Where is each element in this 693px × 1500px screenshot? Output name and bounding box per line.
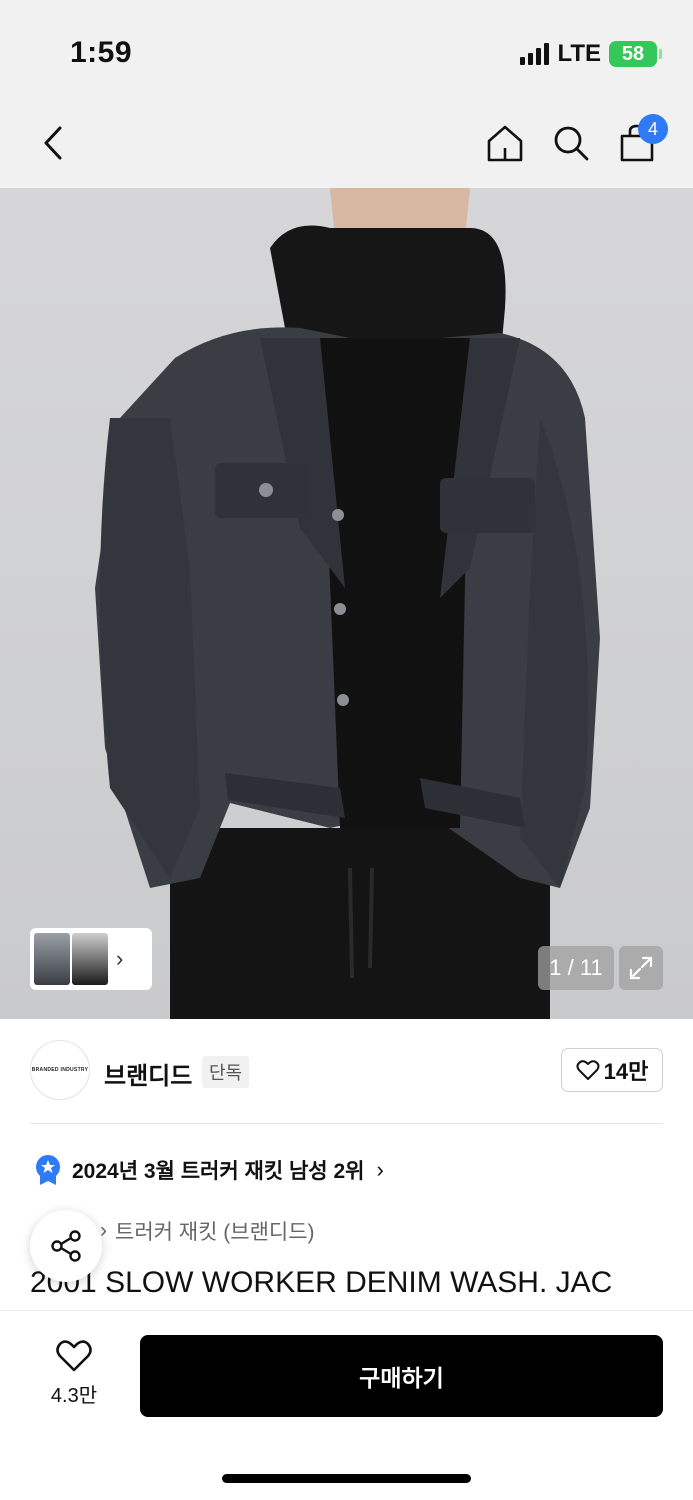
wishlist-button[interactable]: 4.3만 [36,1339,112,1408]
status-bar: 1:59 LTE 58 [0,0,693,100]
chevron-left-icon [44,126,62,160]
status-indicators: LTE 58 [520,40,662,68]
ranking-badge-icon [36,1155,60,1185]
thumbnail-strip[interactable]: › [30,928,152,990]
top-navigation: 4 [0,100,693,188]
home-indicator [222,1474,471,1483]
category-breadcrumb[interactable]: › 트러커 재킷 (브랜디드) [100,1216,315,1246]
home-button[interactable] [480,118,530,168]
heart-icon [576,1060,600,1080]
category-label: 트러커 재킷 (브랜디드) [115,1221,315,1244]
expand-icon [629,956,653,980]
product-photo [95,188,600,1019]
brand-row: BRANDED INDUSTRY 브랜디드 단독 14만 [30,1040,663,1102]
back-button[interactable] [28,118,78,168]
thumbnail-image[interactable] [72,933,108,985]
buy-button[interactable]: 구매하기 [140,1335,663,1417]
brand-like-count: 14만 [603,1059,649,1084]
chevron-right-icon: › [116,946,124,971]
ranking-link[interactable]: 2024년 3월 트러커 재킷 남성 2위 › [34,1154,384,1186]
cellular-signal-icon [520,43,550,65]
chevron-right-icon: › [376,1157,384,1182]
product-image-gallery[interactable]: › 1 / 11 [0,188,693,1019]
search-icon [554,126,589,161]
search-button[interactable] [546,118,596,168]
cart-count-badge: 4 [638,114,668,144]
status-time: 1:59 [70,36,133,69]
share-button[interactable] [30,1210,102,1282]
cart-button[interactable]: 4 [612,114,668,168]
thumbnail-image[interactable] [34,933,70,985]
battery-icon: 58 [609,41,662,67]
exclusive-badge: 단독 [202,1056,250,1088]
heart-icon [56,1340,92,1372]
battery-level: 58 [621,42,645,65]
wishlist-count: 4.3만 [50,1385,98,1407]
brand-name[interactable]: 브랜디드 [104,1056,192,1091]
brand-logo-text: BRANDED INDUSTRY [31,1067,89,1073]
network-type: LTE [557,40,601,67]
bottom-action-bar: 4.3만 구매하기 [0,1310,693,1500]
home-icon [487,125,523,162]
product-title: 2001 SLOW WORKER DENIM WASH. JAC [30,1266,613,1299]
image-page-indicator: 1 / 11 [538,946,614,990]
expand-image-button[interactable] [619,946,663,990]
brand-logo[interactable]: BRANDED INDUSTRY [30,1040,90,1100]
ranking-text: 2024년 3월 트러커 재킷 남성 2위 [72,1160,365,1183]
share-icon [51,1230,81,1262]
divider [30,1123,663,1124]
brand-like-button[interactable]: 14만 [561,1048,663,1092]
